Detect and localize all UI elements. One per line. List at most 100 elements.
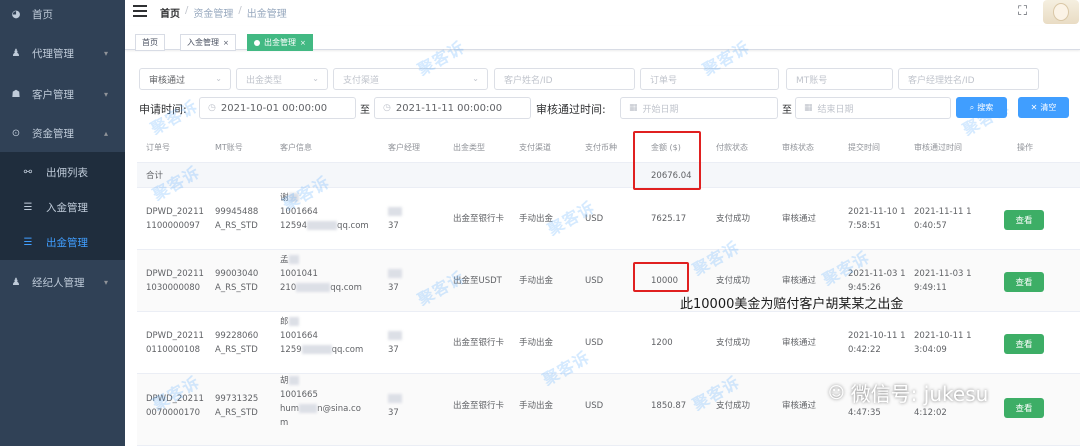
email-start: 12594 — [280, 221, 308, 231]
mt-group: A_RS_STD — [215, 345, 258, 355]
mt-account: 99945488 — [215, 207, 259, 217]
order-no-cell: DPWD_20211 1100000097 — [146, 205, 204, 233]
pay-channel-cell: 手动出金 — [519, 338, 554, 348]
tag-home[interactable]: 首页 — [135, 34, 165, 51]
tag-withdraw[interactable]: 出金管理 × — [247, 34, 313, 51]
view-button-label: 查看 — [1015, 340, 1033, 350]
apply-start-date[interactable]: ◷ 2021-10-01 00:00:00 — [199, 97, 356, 119]
order-no-part: DPWD_20211 — [146, 207, 204, 217]
header-approve-time: 审核通过时间 — [914, 143, 962, 152]
mt-account: 99228060 — [215, 331, 259, 341]
fullscreen-icon[interactable]: ⛶ — [1018, 4, 1027, 19]
review-status-cell: 审核通过 — [782, 276, 817, 286]
breadcrumb-home[interactable]: 首页 — [160, 5, 180, 20]
highlight-box-amount-10000 — [633, 262, 689, 292]
review-end-date[interactable]: ▦ 结束日期 — [795, 97, 951, 119]
header-currency: 支付币种 — [585, 143, 617, 152]
order-no-cell: DPWD_20211 0110000108 — [146, 329, 204, 357]
sidebar-item-label: 经纪人管理 — [32, 276, 85, 289]
order-no-input[interactable]: 订单号 — [640, 68, 779, 90]
customer-id: 1001041 — [280, 269, 318, 279]
wechat-watermark: ☺ 微信号: jukesu — [828, 378, 988, 407]
submit-time-cell: 4:47:35 — [848, 408, 881, 418]
search-button[interactable]: ⌕ 搜索 — [956, 97, 1007, 118]
manager-cell: 37 — [388, 329, 402, 357]
withdraw-type-select[interactable]: 出金类型 ⌄ — [236, 68, 328, 90]
customer-name: 胡 — [280, 376, 289, 386]
table-summary-row: 合计 20676.04 — [137, 163, 1080, 188]
avatar[interactable] — [1043, 0, 1079, 24]
mt-group: A_RS_STD — [215, 408, 258, 418]
chevron-down-icon: ⌄ — [215, 74, 222, 83]
select-placeholder: 支付渠道 — [343, 75, 380, 86]
order-no-part: 0110000108 — [146, 345, 201, 355]
list-icon: ☰ — [23, 236, 33, 248]
customer-name-input[interactable]: 客户姓名/ID — [494, 68, 635, 90]
header-submit-time: 提交时间 — [848, 143, 880, 152]
clear-button-label: 清空 — [1040, 103, 1057, 112]
breadcrumb-separator: / — [238, 5, 242, 16]
header-action: 操作 — [1017, 143, 1033, 152]
sidebar-item-broker[interactable]: ♟ 经纪人管理 ▾ — [0, 271, 125, 293]
currency-cell: USD — [585, 401, 604, 411]
view-button[interactable]: 查看 — [1004, 272, 1044, 292]
chevron-down-icon: ⌄ — [472, 74, 479, 83]
chevron-down-icon: ⌄ — [312, 74, 319, 83]
email-end: qq.com — [331, 345, 364, 355]
sidebar-item-home[interactable]: ◕ 首页 — [0, 4, 125, 24]
active-dot-icon — [254, 39, 260, 46]
review-time-label: 审核通过时间: — [536, 103, 606, 116]
manager-input[interactable]: 客户经理姓名/ID — [898, 68, 1039, 90]
hamburger-icon[interactable] — [133, 4, 147, 18]
header-pay-status: 付款状态 — [716, 143, 748, 152]
table-row: DPWD_20211 0110000108 99228060 A_RS_STD 郎 1… — [137, 312, 1080, 374]
sidebar-item-label: 入金管理 — [46, 201, 88, 214]
mt-account-input[interactable]: MT账号 — [786, 68, 893, 90]
close-icon[interactable]: × — [300, 39, 306, 47]
sidebar-item-agent[interactable]: ♟ 代理管理 ▾ — [0, 42, 125, 64]
review-status-cell: 审核通过 — [782, 214, 817, 224]
review-status-select[interactable]: 审核通过 ⌄ — [139, 68, 231, 90]
time-part: 2021-11-11 1 — [914, 207, 972, 217]
view-button[interactable]: 查看 — [1004, 334, 1044, 354]
clock-icon: ◷ — [208, 103, 216, 113]
order-no-cell: DPWD_20211 0070000170 — [146, 392, 204, 420]
review-start-date[interactable]: ▦ 开始日期 — [620, 97, 778, 119]
pay-channel-select[interactable]: 支付渠道 ⌄ — [333, 68, 488, 90]
email-end: n@sina.co — [317, 404, 361, 414]
date-placeholder: 结束日期 — [817, 104, 854, 115]
manager-id: 37 — [388, 283, 399, 293]
amount-cell: 1850.87 — [651, 401, 687, 411]
tag-deposit[interactable]: 入金管理 × — [180, 34, 236, 51]
sidebar-item-deposit[interactable]: ☰ 入金管理 — [0, 189, 125, 225]
close-icon[interactable]: × — [223, 39, 229, 47]
tag-label: 入金管理 — [187, 38, 219, 47]
sidebar-item-label: 客户管理 — [32, 88, 74, 101]
chevron-down-icon: ▾ — [104, 48, 109, 58]
sidebar-item-customer[interactable]: ☗ 客户管理 ▾ — [0, 83, 125, 105]
chevron-down-icon: ▾ — [104, 89, 109, 99]
time-part: 2021-10-11 1 — [848, 331, 906, 341]
order-no-part: DPWD_20211 — [146, 394, 204, 404]
sidebar: ◕ 首页 ♟ 代理管理 ▾ ☗ 客户管理 ▾ ⊙ 资金管理 ▴ ⚯ 出佣列表 ☰… — [0, 0, 125, 446]
view-button-label: 查看 — [1015, 404, 1033, 414]
broker-icon: ♟ — [11, 276, 21, 288]
clear-button[interactable]: ✕ 清空 — [1018, 97, 1069, 118]
sidebar-item-label: 首页 — [32, 8, 53, 21]
time-part: 0:42:22 — [848, 345, 881, 355]
sidebar-item-withdraw[interactable]: ☰ 出金管理 — [0, 224, 125, 260]
sidebar-item-commission-list[interactable]: ⚯ 出佣列表 — [0, 154, 125, 190]
customer-name: 孟 — [280, 255, 289, 265]
header-mt-account: MT账号 — [215, 143, 243, 152]
view-button-label: 查看 — [1015, 278, 1033, 288]
view-button[interactable]: 查看 — [1004, 210, 1044, 230]
apply-end-date[interactable]: ◷ 2021-11-11 00:00:00 — [374, 97, 531, 119]
dashboard-icon: ◕ — [11, 8, 21, 20]
date-placeholder: 开始日期 — [642, 104, 679, 115]
manager-cell: 37 — [388, 392, 402, 420]
sidebar-item-label: 出佣列表 — [46, 166, 88, 179]
mt-cell: 99731325 A_RS_STD — [215, 392, 258, 420]
sidebar-item-fund[interactable]: ⊙ 资金管理 ▴ — [0, 122, 125, 144]
date-value: 2021-11-11 00:00:00 — [395, 102, 503, 114]
view-button[interactable]: 查看 — [1004, 398, 1044, 418]
